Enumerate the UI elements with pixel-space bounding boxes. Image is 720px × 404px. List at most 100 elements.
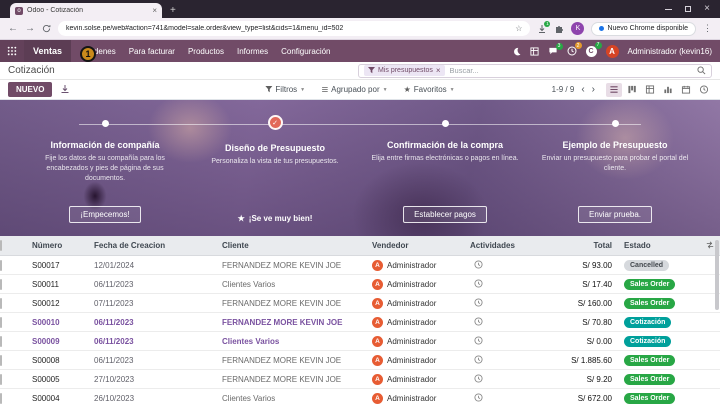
odoo-header: Ventas Ordenes Para facturar Productos I… — [0, 40, 720, 62]
row-checkbox[interactable] — [0, 355, 2, 366]
bookmark-star-icon[interactable]: ☆ — [515, 24, 522, 33]
table-row[interactable]: S00010 06/11/2023 FERNANDEZ MORE KEVIN J… — [0, 313, 720, 332]
status-badge: Sales Order — [624, 374, 675, 385]
table-row[interactable]: S00004 26/10/2023 Clientes Varios AAdmin… — [0, 389, 720, 404]
spreadsheet-icon[interactable] — [530, 47, 539, 56]
tab-close-icon[interactable]: × — [152, 6, 157, 15]
activities-clock-icon[interactable]: 2 — [567, 46, 577, 56]
step-dot-icon — [102, 120, 109, 127]
col-cliente[interactable]: Cliente — [218, 241, 368, 250]
back-icon[interactable]: ← — [8, 24, 18, 34]
update-dot-icon — [599, 26, 604, 31]
pager-previous-icon[interactable]: ‹ — [581, 85, 584, 95]
row-checkbox[interactable] — [0, 317, 2, 328]
minimize-icon[interactable] — [665, 9, 672, 10]
window-close-icon[interactable]: × — [704, 4, 710, 14]
browser-menu-icon[interactable]: ⋮ — [703, 23, 712, 34]
export-icon[interactable] — [60, 81, 70, 99]
annotation-marker-1: 1 — [80, 46, 96, 62]
filters-icon — [265, 86, 272, 93]
table-row[interactable]: S00012 07/11/2023 FERNANDEZ MORE KEVIN J… — [0, 294, 720, 313]
row-checkbox[interactable] — [0, 298, 2, 309]
activity-clock-icon[interactable] — [466, 279, 538, 290]
salesperson-avatar: A — [372, 374, 383, 385]
pager-next-icon[interactable]: › — [592, 85, 595, 95]
table-row[interactable]: S00017 12/01/2024 FERNANDEZ MORE KEVIN J… — [0, 256, 720, 275]
pivot-view-icon[interactable] — [642, 83, 658, 97]
dark-mode-moon-icon[interactable] — [512, 47, 521, 56]
table-row[interactable]: S00008 06/11/2023 FERNANDEZ MORE KEVIN J… — [0, 351, 720, 370]
kanban-view-icon[interactable] — [624, 83, 640, 97]
col-actividades[interactable]: Actividades — [466, 241, 538, 250]
activity-clock-icon[interactable] — [466, 317, 538, 328]
activity-clock-icon[interactable] — [466, 260, 538, 271]
row-checkbox[interactable] — [0, 260, 2, 271]
menu-configuracion[interactable]: Configuración — [281, 47, 330, 56]
onboarding-step-quotation-layout: ✓ Diseño de Presupuesto Personaliza la v… — [190, 118, 360, 223]
table-row[interactable]: S00011 06/11/2023 Clientes Varios AAdmin… — [0, 275, 720, 294]
browser-tab[interactable]: o Odoo - Cotización × — [10, 3, 162, 18]
facet-remove-icon[interactable]: × — [436, 66, 441, 75]
activity-clock-icon[interactable] — [466, 298, 538, 309]
col-vendedor[interactable]: Vendedor — [368, 241, 466, 250]
refresh-icon[interactable] — [42, 20, 51, 38]
search-icon[interactable] — [697, 62, 706, 80]
messages-icon[interactable]: 3 — [548, 47, 558, 56]
maximize-icon[interactable] — [685, 6, 691, 12]
graph-view-icon[interactable] — [660, 83, 676, 97]
row-checkbox[interactable] — [0, 336, 2, 347]
menu-para-facturar[interactable]: Para facturar — [129, 47, 175, 56]
lets-start-button[interactable]: ¡Empecemos! — [69, 206, 140, 223]
menu-informes[interactable]: Informes — [237, 47, 268, 56]
user-avatar[interactable]: A — [606, 45, 619, 58]
favorites-star-icon: ★ — [404, 85, 411, 94]
step-dot-icon — [612, 120, 619, 127]
send-sample-button[interactable]: Enviar prueba. — [578, 206, 652, 223]
activity-clock-icon[interactable] — [466, 336, 538, 347]
status-badge: Cotización — [624, 336, 671, 347]
filters-button[interactable]: Filtros ▼ — [265, 85, 305, 94]
chrome-update-button[interactable]: Nuevo Chrome disponible — [591, 22, 696, 36]
menu-productos[interactable]: Productos — [188, 47, 224, 56]
set-payments-button[interactable]: Establecer pagos — [403, 206, 487, 223]
looks-great-label[interactable]: ★ ¡Se ve muy bien! — [238, 214, 313, 223]
browser-window: o Odoo - Cotización × + × ← → kevin.sols… — [0, 0, 720, 404]
activity-clock-icon[interactable] — [466, 374, 538, 385]
user-menu[interactable]: Administrador (kevin16) — [628, 47, 712, 56]
table-row[interactable]: S00005 27/10/2023 FERNANDEZ MORE KEVIN J… — [0, 370, 720, 389]
activity-clock-icon[interactable] — [466, 393, 538, 404]
salesperson-avatar: A — [372, 317, 383, 328]
calendar-view-icon[interactable] — [678, 83, 694, 97]
new-tab-button[interactable]: + — [170, 5, 176, 16]
col-fecha[interactable]: Fecha de Creacion — [90, 241, 218, 250]
col-numero[interactable]: Número — [28, 241, 90, 250]
activity-clock-icon[interactable] — [466, 355, 538, 366]
row-checkbox[interactable] — [0, 279, 2, 290]
extension-c-icon[interactable]: C 7 — [586, 46, 597, 57]
search-input[interactable]: Mis presupuestos × Buscar... — [358, 64, 712, 78]
pager-and-views: 1-9 / 9 ‹ › — [552, 83, 712, 97]
salesperson-avatar: A — [372, 355, 383, 366]
row-checkbox[interactable] — [0, 393, 2, 404]
search-facet[interactable]: Mis presupuestos × — [364, 65, 445, 76]
col-total[interactable]: Total — [538, 241, 620, 250]
browser-profile-avatar[interactable]: K — [571, 22, 584, 35]
favorites-button[interactable]: ★ Favoritos ▼ — [404, 85, 455, 94]
new-button[interactable]: NUEVO — [8, 82, 52, 97]
row-checkbox[interactable] — [0, 374, 2, 385]
download-icon[interactable]: 1 — [537, 24, 547, 34]
address-bar[interactable]: kevin.solse.pe/web#action=741&model=sale… — [58, 21, 530, 36]
activity-view-icon[interactable] — [696, 83, 712, 97]
list-view-icon[interactable] — [606, 83, 622, 97]
app-name-ventas[interactable]: Ventas — [24, 40, 71, 62]
apps-grid-icon[interactable] — [0, 40, 24, 62]
vertical-scrollbar[interactable] — [715, 240, 719, 310]
group-by-button[interactable]: Agrupado por ▼ — [321, 85, 387, 94]
salesperson-avatar: A — [372, 336, 383, 347]
table-row[interactable]: S00009 06/11/2023 Clientes Varios AAdmin… — [0, 332, 720, 351]
extensions-puzzle-icon[interactable] — [554, 24, 564, 34]
status-badge: Sales Order — [624, 279, 675, 290]
select-all-checkbox[interactable] — [0, 240, 2, 251]
col-estado[interactable]: Estado — [620, 241, 700, 250]
forward-icon[interactable]: → — [25, 24, 35, 34]
